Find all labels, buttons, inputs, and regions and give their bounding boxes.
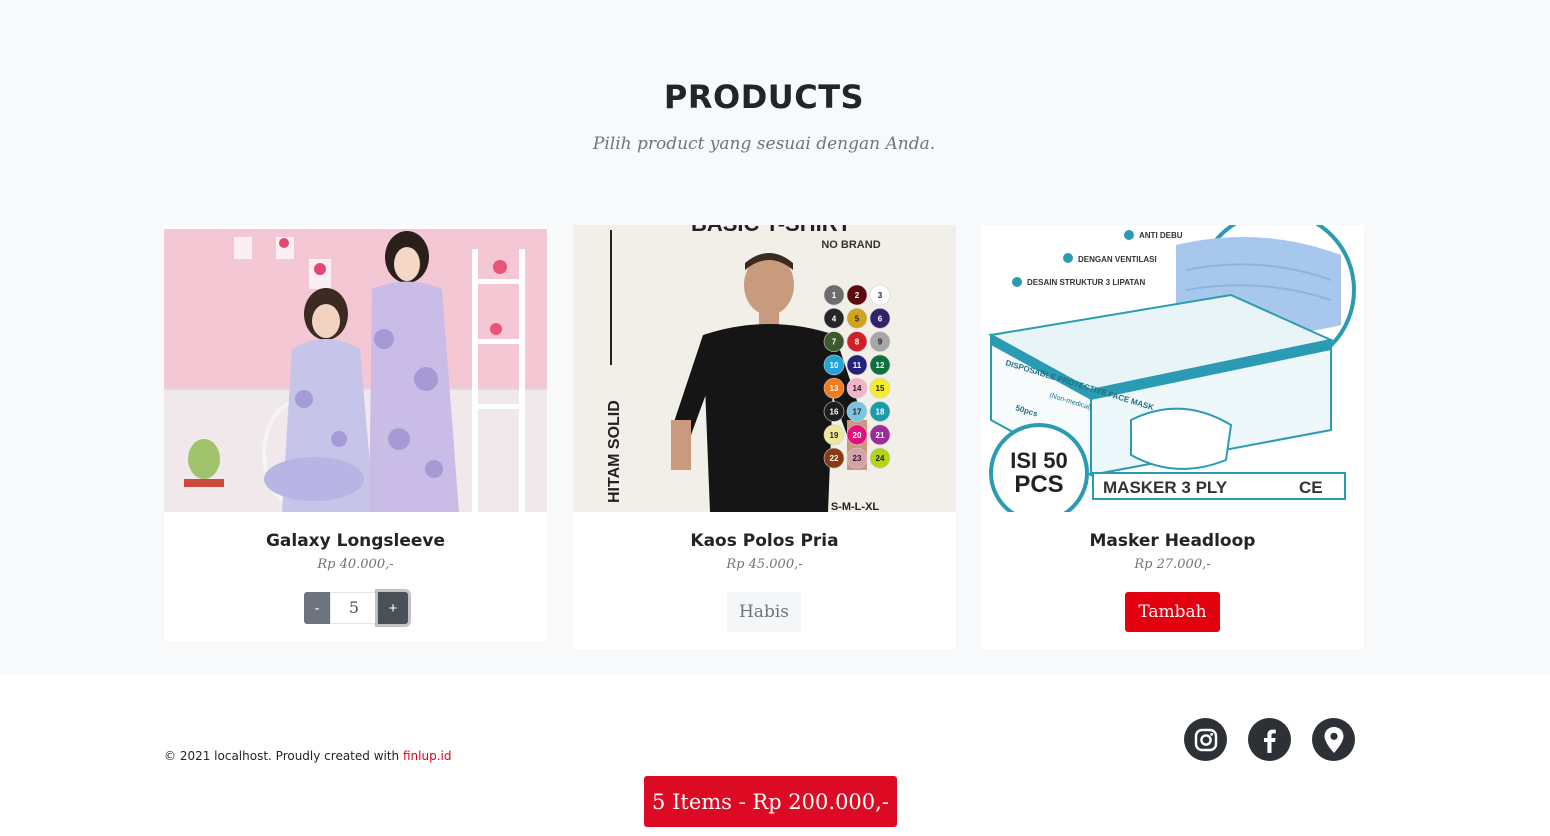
quantity-stepper: - 5 + <box>304 592 408 624</box>
color-swatch-number: 2 <box>855 291 860 300</box>
color-swatch-number: 1 <box>832 291 837 300</box>
color-swatch-number: 22 <box>830 454 839 463</box>
tshirt-brand: NO BRAND <box>821 239 880 251</box>
section-subtitle: Pilih product yang sesuai dengan Anda. <box>592 134 936 154</box>
color-swatch-number: 13 <box>830 384 839 393</box>
color-swatch-number: 5 <box>855 314 860 323</box>
color-swatch-number: 16 <box>830 408 839 417</box>
product-image[interactable]: BASIC T-SHIRT NO BRAND HITAM SOLID 12345… <box>573 225 956 512</box>
product-card-galaxy-longsleeve: Galaxy Longsleeve Rp 40.000,- - 5 + <box>164 225 547 641</box>
mask-count-line-1: ISI 50 <box>1010 448 1067 473</box>
products-section: PRODUCTS Pilih product yang sesuai denga… <box>0 0 1550 674</box>
mask-feature-2: DENGAN VENTILASI <box>1078 255 1157 264</box>
product-price: Rp 45.000,- <box>726 557 803 572</box>
product-image[interactable]: ANTI DEBU DENGAN VENTILASI DESAIN STRUKT… <box>981 225 1364 512</box>
instagram-icon <box>1194 728 1217 751</box>
color-swatch-number: 23 <box>853 454 862 463</box>
product-price: Rp 27.000,- <box>1134 557 1211 572</box>
quantity-input[interactable]: 5 <box>330 592 378 624</box>
color-swatch-number: 20 <box>853 431 862 440</box>
mask-feature-3: DESAIN STRUKTUR 3 LIPATAN <box>1027 278 1145 287</box>
color-swatch-number: 21 <box>876 431 885 440</box>
map-marker-icon <box>1324 726 1343 753</box>
cart-summary-button[interactable]: 5 Items - Rp 200.000,- <box>644 776 897 827</box>
copyright-text: © 2021 localhost. Proudly created with <box>164 749 403 763</box>
color-swatch-number: 10 <box>830 361 839 370</box>
tshirt-sizes: S-M-L-XL <box>831 501 880 512</box>
woman-pajamas-photo <box>164 229 547 512</box>
mask-ce-mark: CE <box>1299 478 1323 497</box>
color-swatch-number: 7 <box>832 338 837 347</box>
product-card-kaos-polos-pria: BASIC T-SHIRT NO BRAND HITAM SOLID 12345… <box>573 225 956 649</box>
product-name[interactable]: Kaos Polos Pria <box>573 531 956 551</box>
footer-copyright: © 2021 localhost. Proudly created with f… <box>164 749 451 763</box>
product-card-masker-headloop: ANTI DEBU DENGAN VENTILASI DESAIN STRUKT… <box>981 225 1364 649</box>
face-mask-box-photo: ANTI DEBU DENGAN VENTILASI DESAIN STRUKT… <box>981 225 1364 512</box>
color-swatch-number: 4 <box>832 314 837 323</box>
sold-out-button[interactable]: Habis <box>727 592 801 632</box>
color-swatch-number: 24 <box>876 454 885 463</box>
color-swatch-number: 3 <box>878 291 883 300</box>
product-name[interactable]: Galaxy Longsleeve <box>164 531 547 551</box>
decrease-quantity-button[interactable]: - <box>304 592 330 624</box>
product-image[interactable] <box>164 229 547 512</box>
color-swatch-number: 9 <box>878 338 883 347</box>
mask-count-line-2: PCS <box>1014 471 1063 498</box>
mask-feature-1: ANTI DEBU <box>1139 231 1183 240</box>
footer-link[interactable]: finlup.id <box>403 749 452 763</box>
location-link[interactable] <box>1312 718 1355 761</box>
color-swatch-number: 6 <box>878 314 883 323</box>
facebook-link[interactable] <box>1248 718 1291 761</box>
mask-banner: MASKER 3 PLY <box>1103 478 1228 497</box>
color-swatch-number: 18 <box>876 408 885 417</box>
color-swatch-number: 15 <box>876 384 885 393</box>
instagram-link[interactable] <box>1184 718 1227 761</box>
color-swatch-number: 19 <box>830 431 839 440</box>
add-to-cart-button[interactable]: Tambah <box>1125 592 1220 632</box>
color-swatch-number: 8 <box>855 338 860 347</box>
product-price: Rp 40.000,- <box>317 557 394 572</box>
facebook-icon <box>1263 729 1276 753</box>
section-title: PRODUCTS <box>663 78 865 116</box>
man-tshirt-photo: BASIC T-SHIRT NO BRAND HITAM SOLID 12345… <box>573 225 956 512</box>
color-swatch-number: 17 <box>853 408 862 417</box>
increase-quantity-button[interactable]: + <box>378 592 408 624</box>
color-swatch-number: 12 <box>876 361 885 370</box>
product-name[interactable]: Masker Headloop <box>981 531 1364 551</box>
tshirt-side-label: HITAM SOLID <box>606 400 623 503</box>
color-swatch-number: 14 <box>853 384 862 393</box>
color-swatch-number: 11 <box>853 361 862 370</box>
tshirt-heading: BASIC T-SHIRT <box>691 225 852 236</box>
